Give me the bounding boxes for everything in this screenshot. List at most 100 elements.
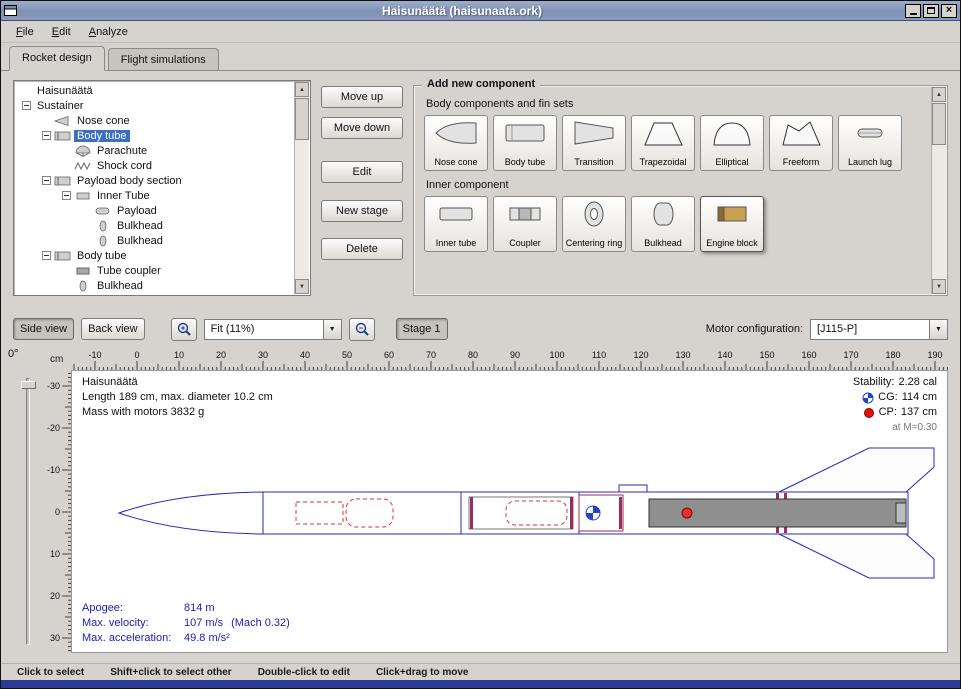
shockcord-icon — [74, 160, 92, 172]
maximize-button[interactable] — [923, 4, 939, 18]
rocket-name: Haisunäätä — [82, 375, 273, 390]
bulkhead-shape — [470, 497, 473, 529]
palette-scrollbar[interactable]: ▲ ▼ — [931, 87, 946, 294]
tree-item-body-tube[interactable]: Body tube — [16, 128, 292, 143]
cg-value: 114 cm — [902, 390, 937, 405]
scroll-up-icon[interactable]: ▲ — [295, 82, 309, 97]
scrollbar-thumb[interactable] — [295, 98, 309, 140]
innertube-icon — [74, 190, 92, 202]
component-label: Elliptical — [715, 158, 748, 168]
side-view-button[interactable]: Side view — [13, 318, 74, 340]
collapse-icon[interactable] — [42, 131, 51, 140]
add-engine-block-button[interactable]: Engine block — [700, 196, 764, 252]
add-centering-ring-button[interactable]: Centering ring — [562, 196, 626, 252]
tree-item-bulkhead[interactable]: Bulkhead — [16, 233, 292, 248]
tree-item-tube-coupler[interactable]: Tube coupler — [16, 263, 292, 278]
menu-analyze[interactable]: Analyze — [80, 23, 137, 41]
menu-bar: FileEditAnalyze — [1, 21, 960, 43]
add-elliptical-button[interactable]: Elliptical — [700, 115, 764, 171]
collapse-icon[interactable] — [62, 191, 71, 200]
menu-file[interactable]: File — [7, 23, 43, 41]
tree-item-bulkhead[interactable]: Bulkhead — [16, 278, 292, 293]
collapse-icon[interactable] — [42, 251, 51, 260]
zoom-out-button[interactable] — [349, 318, 375, 341]
move-up-button[interactable]: Move up — [321, 86, 403, 108]
add-inner-tube-button[interactable]: Inner tube — [424, 196, 488, 252]
freeform-icon — [779, 118, 823, 150]
tree-scrollbar[interactable]: ▲ ▼ — [294, 82, 309, 294]
delete-button[interactable]: Delete — [321, 238, 403, 260]
tree-item-haisunäätä[interactable]: Haisunäätä — [16, 83, 292, 98]
tab-flight-simulations[interactable]: Flight simulations — [108, 48, 219, 70]
cp-value: 137 cm — [901, 405, 937, 420]
tree-item-payload[interactable]: Payload — [16, 203, 292, 218]
rocket-view: 0° cm -100102030405060708090100110120130… — [1, 346, 960, 663]
add-component-title: Add new component — [422, 78, 540, 90]
zoom-value: Fit (11%) — [205, 323, 323, 335]
minimize-button[interactable] — [905, 4, 921, 18]
zoom-in-button[interactable] — [171, 318, 197, 341]
tree-item-inner-tube[interactable]: Inner Tube — [16, 188, 292, 203]
bodytube-icon — [503, 118, 547, 150]
menu-edit[interactable]: Edit — [43, 23, 80, 41]
flight-stat-row: Apogee:814 m — [82, 601, 290, 616]
new-stage-button[interactable]: New stage — [321, 200, 403, 222]
status-hint: Double-click to edit — [258, 667, 350, 678]
svg-text:100: 100 — [549, 350, 564, 360]
tree-item-sustainer[interactable]: Sustainer — [16, 98, 292, 113]
bulkhead-icon — [94, 220, 112, 232]
zoom-in-icon — [176, 321, 192, 337]
svg-text:0: 0 — [55, 507, 60, 517]
svg-text:110: 110 — [592, 350, 606, 360]
tree-item-shock-cord[interactable]: Shock cord — [16, 158, 292, 173]
tree-item-parachute[interactable]: Parachute — [16, 143, 292, 158]
add-transition-button[interactable]: Transition — [562, 115, 626, 171]
add-coupler-button[interactable]: Coupler — [493, 196, 557, 252]
motor-config-select[interactable]: [J115-P] ▼ — [810, 319, 948, 340]
close-button[interactable]: × — [941, 4, 957, 18]
tab-rocket-design[interactable]: Rocket design — [9, 46, 105, 71]
component-label: Trapezoidal — [640, 158, 687, 168]
stage-1-toggle[interactable]: Stage 1 — [396, 318, 448, 340]
back-view-button[interactable]: Back view — [81, 318, 145, 340]
slider-handle[interactable] — [21, 381, 36, 389]
collapse-icon[interactable] — [42, 176, 51, 185]
add-freeform-button[interactable]: Freeform — [769, 115, 833, 171]
zoom-select[interactable]: Fit (11%) ▼ — [204, 319, 342, 340]
fin-upper-shape — [779, 448, 934, 492]
svg-text:30: 30 — [258, 350, 268, 360]
svg-text:10: 10 — [174, 350, 184, 360]
move-down-button[interactable]: Move down — [321, 117, 403, 139]
design-canvas[interactable]: Haisunäätä Length 189 cm, max. diameter … — [71, 370, 948, 653]
nose-cone-shape — [119, 492, 263, 534]
zoom-out-icon — [354, 321, 370, 337]
add-launch-lug-button[interactable]: Launch lug — [838, 115, 902, 171]
add-bulkhead-button[interactable]: Bulkhead — [631, 196, 695, 252]
centeringring-icon — [572, 199, 616, 231]
scroll-down-icon[interactable]: ▼ — [295, 279, 309, 294]
tree-item-label: Payload body section — [74, 175, 185, 187]
add-body-tube-button[interactable]: Body tube — [493, 115, 557, 171]
chevron-down-icon[interactable]: ▼ — [929, 320, 947, 339]
chevron-down-icon[interactable]: ▼ — [323, 320, 341, 339]
app-icon — [4, 5, 19, 16]
collapse-icon[interactable] — [22, 101, 31, 110]
scroll-down-icon[interactable]: ▼ — [932, 279, 946, 294]
edit-button[interactable]: Edit — [321, 161, 403, 183]
scroll-up-icon[interactable]: ▲ — [932, 87, 946, 102]
minimize-icon — [910, 13, 917, 15]
rotation-slider[interactable] — [26, 378, 30, 645]
tree-item-nose-cone[interactable]: Nose cone — [16, 113, 292, 128]
bodytube-icon — [54, 250, 72, 262]
cp-icon — [863, 407, 875, 419]
scrollbar-thumb[interactable] — [932, 103, 946, 145]
tree-item-bulkhead[interactable]: Bulkhead — [16, 218, 292, 233]
fin-lower-shape — [779, 534, 934, 578]
add-nose-cone-button[interactable]: Nose cone — [424, 115, 488, 171]
window-title: Haisunäätä (haisunaata.ork) — [19, 4, 905, 18]
tree-item-body-tube[interactable]: Body tube — [16, 248, 292, 263]
svg-text:-10: -10 — [88, 350, 101, 360]
svg-text:30: 30 — [50, 633, 60, 643]
add-trapezoidal-button[interactable]: Trapezoidal — [631, 115, 695, 171]
tree-item-payload-body-section[interactable]: Payload body section — [16, 173, 292, 188]
